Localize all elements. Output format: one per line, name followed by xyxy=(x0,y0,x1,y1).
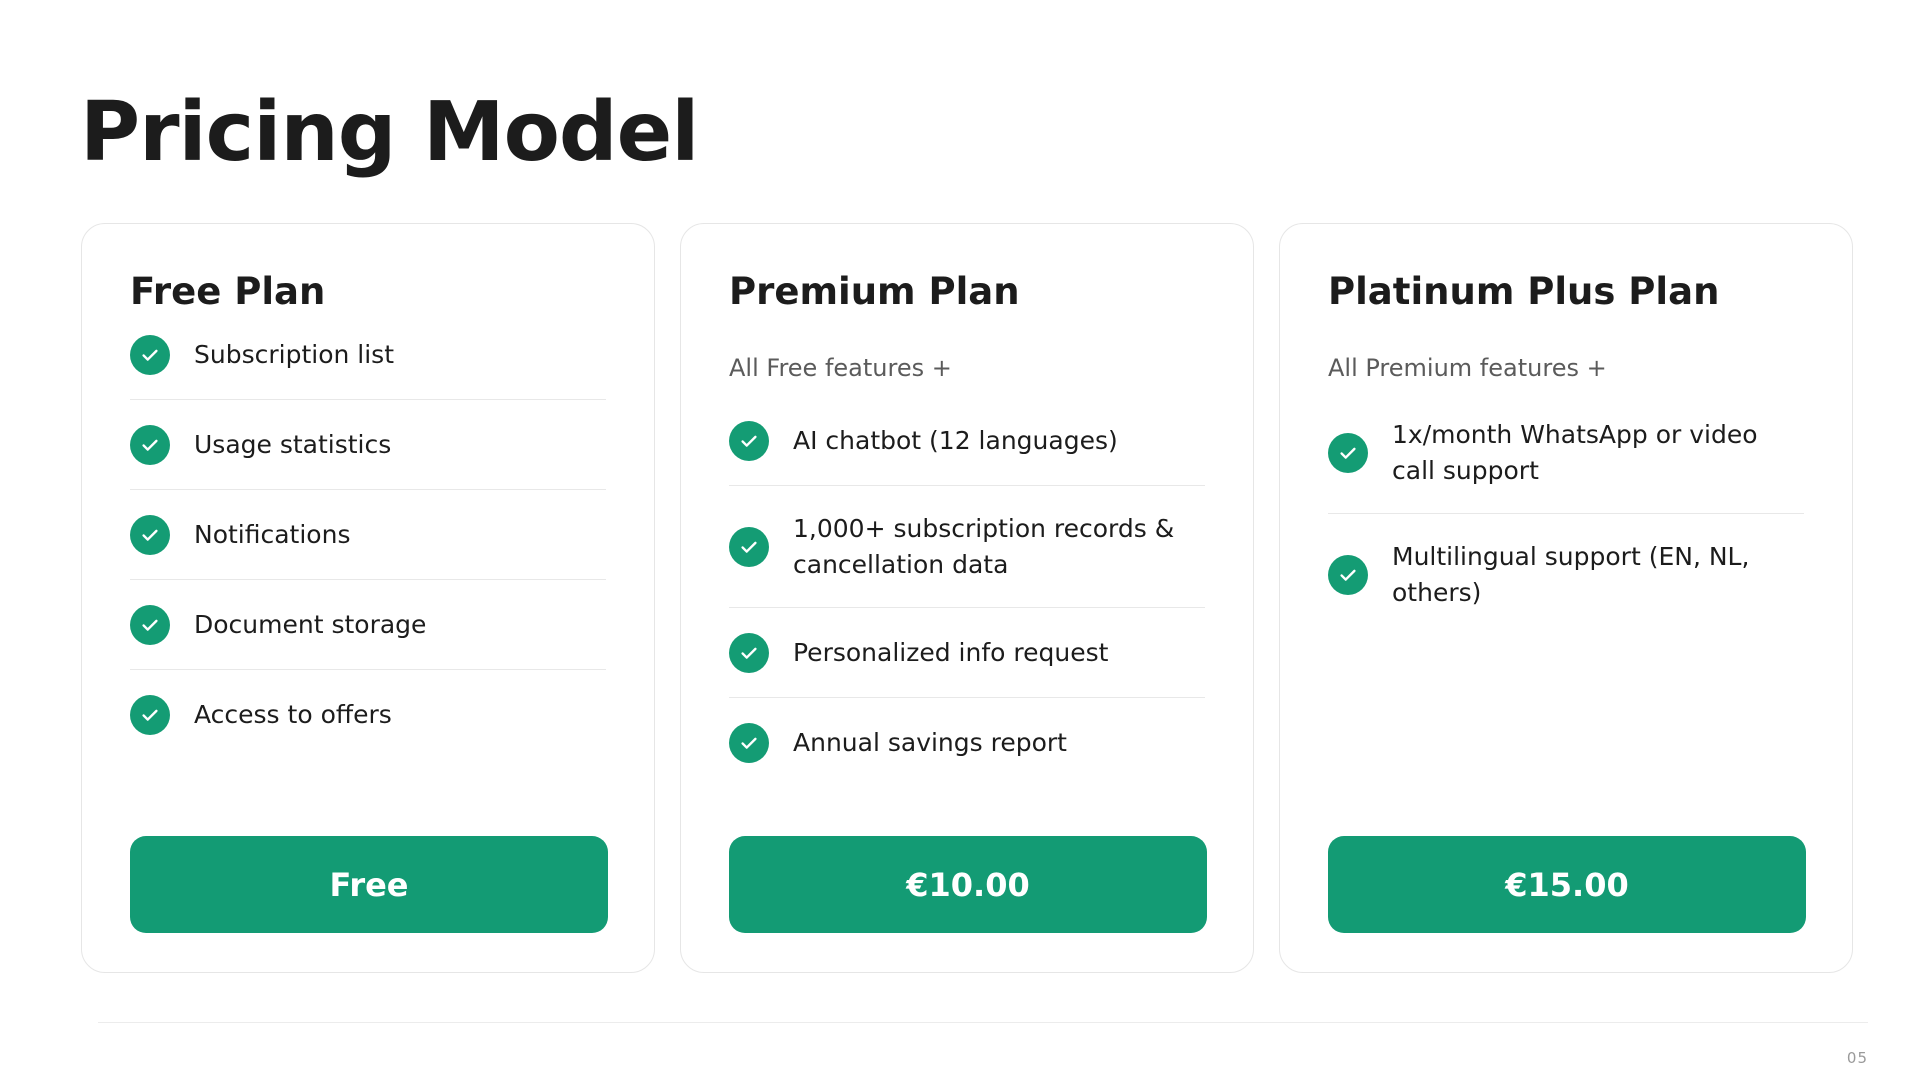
check-circle-icon xyxy=(1328,432,1368,473)
footer-divider xyxy=(98,1022,1868,1023)
feature-label: Multilingual support (EN, NL, others) xyxy=(1392,542,1750,607)
feature-label: 1x/month WhatsApp or video call support xyxy=(1392,419,1758,485)
plan-price-button-free[interactable]: Free xyxy=(130,836,608,933)
check-circle-icon xyxy=(130,604,170,645)
plan-subtitle: All Premium features + xyxy=(1328,354,1607,382)
check-circle-icon xyxy=(130,424,170,465)
feature-item: Subscription list xyxy=(130,310,606,400)
check-circle-icon xyxy=(1328,555,1368,595)
feature-label: Access to offers xyxy=(194,700,392,729)
feature-item: Multilingual support (EN, NL, others) xyxy=(1328,514,1804,636)
check-circle-icon xyxy=(130,695,170,735)
check-circle-icon xyxy=(729,723,769,763)
page-number: 05 xyxy=(1846,1049,1868,1067)
feature-item: Document storage xyxy=(130,580,606,670)
feature-item: Access to offers xyxy=(130,670,606,760)
plan-cards: Free Plan Subscription list Usage statis… xyxy=(81,223,1853,973)
plan-card-free: Free Plan Subscription list Usage statis… xyxy=(81,223,655,973)
feature-label: Usage statistics xyxy=(194,429,392,459)
check-circle-icon xyxy=(729,632,769,673)
plan-title: Platinum Plus Plan xyxy=(1328,270,1720,313)
plan-card-premium: Premium Plan All Free features + AI chat… xyxy=(680,223,1254,973)
check-circle-icon xyxy=(729,420,769,461)
feature-item: Personalized info request xyxy=(729,608,1205,698)
feature-item: 1,000+ subscription records & cancellati… xyxy=(729,486,1205,608)
plan-title: Premium Plan xyxy=(729,270,1020,313)
check-circle-icon xyxy=(729,526,769,567)
feature-item: 1x/month WhatsApp or video call support xyxy=(1328,392,1804,514)
feature-label: Annual savings report xyxy=(793,728,1067,757)
plan-price-button-platinum-plus[interactable]: €15.00 xyxy=(1328,836,1806,933)
feature-item: Usage statistics xyxy=(130,400,606,490)
plan-card-platinum-plus: Platinum Plus Plan All Premium features … xyxy=(1279,223,1853,973)
plan-subtitle: All Free features + xyxy=(729,354,952,382)
check-circle-icon xyxy=(130,334,170,375)
page-title: Pricing Model xyxy=(80,85,699,180)
feature-label: Document storage xyxy=(194,609,427,639)
feature-item: Notifications xyxy=(130,490,606,580)
feature-label: AI chatbot (12 languages) xyxy=(793,425,1118,455)
feature-list: AI chatbot (12 languages) 1,000+ subscri… xyxy=(729,396,1205,788)
feature-label: Notifications xyxy=(194,519,351,549)
plan-price-button-premium[interactable]: €10.00 xyxy=(729,836,1207,933)
feature-label: 1,000+ subscription records & cancellati… xyxy=(793,513,1175,579)
feature-list: Subscription list Usage statistics Notif… xyxy=(130,266,606,760)
feature-item: Annual savings report xyxy=(729,698,1205,788)
feature-label: Personalized info request xyxy=(793,637,1109,667)
feature-label: Subscription list xyxy=(194,339,394,369)
feature-list: 1x/month WhatsApp or video call support … xyxy=(1328,392,1804,636)
check-circle-icon xyxy=(130,514,170,555)
feature-item: AI chatbot (12 languages) xyxy=(729,396,1205,486)
pricing-slide: Pricing Model Free Plan Subscription lis… xyxy=(0,0,1920,1080)
